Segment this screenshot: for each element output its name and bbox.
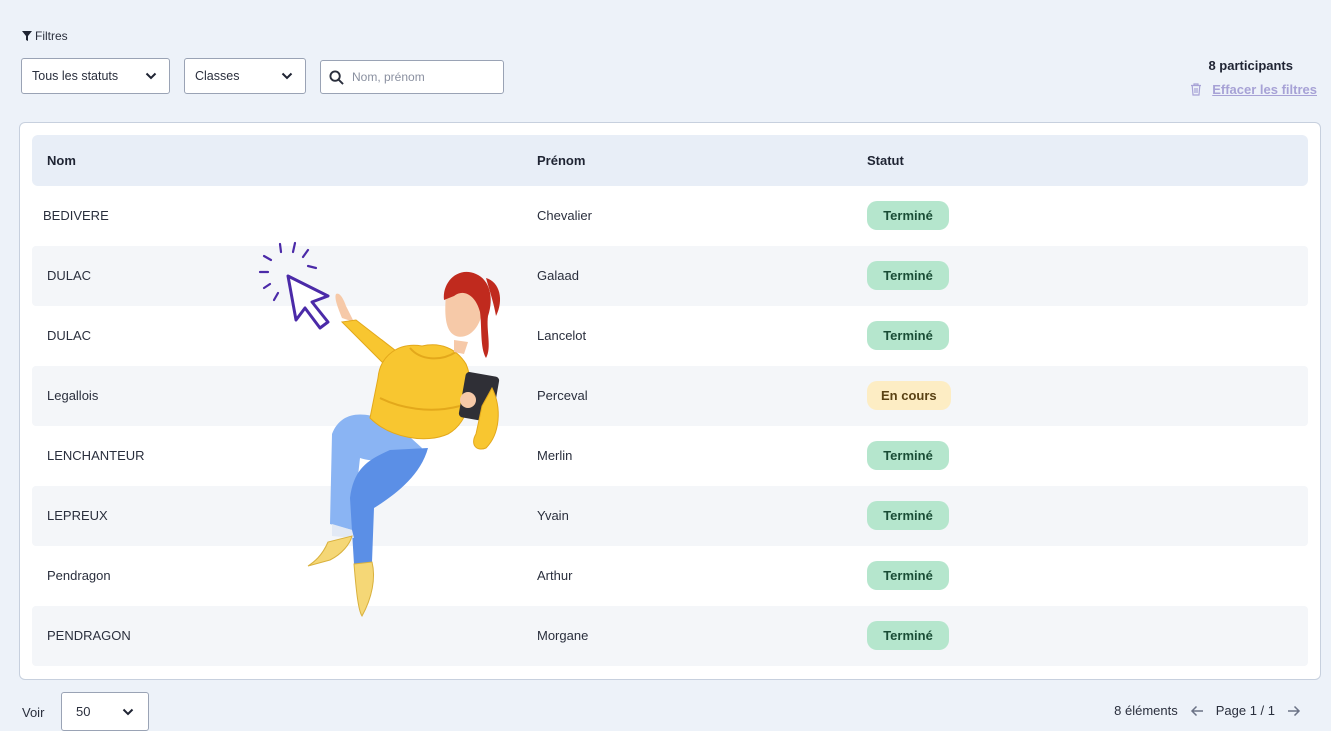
classes-select-value: Classes xyxy=(195,69,240,83)
cell-prenom: Morgane xyxy=(537,628,589,643)
cell-prenom: Arthur xyxy=(537,568,573,583)
cell-nom: DULAC xyxy=(47,328,92,343)
cell-nom: DULAC xyxy=(47,268,92,283)
clear-filters-label: Effacer les filtres xyxy=(1212,82,1317,97)
search-input[interactable] xyxy=(352,70,492,84)
header-statut[interactable]: Statut xyxy=(867,153,904,168)
status-select-value: Tous les statuts xyxy=(32,69,119,83)
filter-icon xyxy=(22,31,32,41)
table-row[interactable]: Legallois Perceval En cours xyxy=(32,366,1308,426)
header-prenom[interactable]: Prénom xyxy=(537,153,585,168)
elements-count: 8 éléments xyxy=(1114,703,1178,718)
table-row[interactable]: BEDIVERE Chevalier Terminé xyxy=(32,186,1308,246)
cell-nom: LEPREUX xyxy=(47,508,108,523)
page-indicator: Page 1 / 1 xyxy=(1215,703,1275,718)
status-select[interactable]: Tous les statuts xyxy=(21,58,170,94)
trash-icon xyxy=(1191,83,1202,96)
pagination: 8 éléments Page 1 / 1 xyxy=(1114,703,1301,718)
filters-title: Filtres xyxy=(35,29,68,43)
status-badge: En cours xyxy=(867,381,951,410)
cell-prenom: Perceval xyxy=(537,388,588,403)
status-badge: Terminé xyxy=(867,441,949,470)
cell-prenom: Galaad xyxy=(537,268,579,283)
filters-heading: Filtres xyxy=(22,29,68,43)
cell-nom: Legallois xyxy=(47,388,99,403)
status-badge: Terminé xyxy=(867,621,949,650)
cell-nom: PENDRAGON xyxy=(47,628,131,643)
header-nom[interactable]: Nom xyxy=(47,153,76,168)
status-badge: Terminé xyxy=(867,501,949,530)
chevron-down-icon xyxy=(281,72,293,80)
search-icon xyxy=(329,69,344,85)
participants-count: 8 participants xyxy=(1208,58,1293,73)
status-badge: Terminé xyxy=(867,321,949,350)
cursor-arrow-icon xyxy=(286,274,330,330)
table-row[interactable]: LENCHANTEUR Merlin Terminé xyxy=(32,426,1308,486)
chevron-down-icon xyxy=(122,708,134,715)
table-row[interactable]: DULAC Galaad Terminé xyxy=(32,246,1308,306)
cell-prenom: Lancelot xyxy=(537,328,587,343)
table-row[interactable]: DULAC Lancelot Terminé xyxy=(32,306,1308,366)
clear-filters-link[interactable]: Effacer les filtres xyxy=(1190,82,1317,97)
per-page-value: 50 xyxy=(76,704,91,719)
arrow-right-icon[interactable] xyxy=(1287,705,1301,717)
search-field[interactable] xyxy=(320,60,504,94)
table-row[interactable]: LEPREUX Yvain Terminé xyxy=(32,486,1308,546)
classes-select[interactable]: Classes xyxy=(184,58,306,94)
chevron-down-icon xyxy=(145,72,157,80)
cell-prenom: Chevalier xyxy=(537,208,592,223)
cell-prenom: Merlin xyxy=(537,448,573,463)
cell-nom: Pendragon xyxy=(47,568,111,583)
table-header: Nom Prénom Statut xyxy=(32,135,1308,186)
table-row[interactable]: PENDRAGON Morgane Terminé xyxy=(32,606,1308,666)
cell-nom: LENCHANTEUR xyxy=(47,448,145,463)
status-badge: Terminé xyxy=(867,201,949,230)
per-page-label: Voir xyxy=(22,705,45,720)
table-row[interactable]: Pendragon Arthur Terminé xyxy=(32,546,1308,606)
woman-pointing-illustration xyxy=(258,241,501,617)
cell-prenom: Yvain xyxy=(537,508,569,523)
cell-nom: BEDIVERE xyxy=(43,208,109,223)
participants-table: Nom Prénom Statut BEDIVERE Chevalier Ter… xyxy=(19,122,1321,680)
status-badge: Terminé xyxy=(867,561,949,590)
status-badge: Terminé xyxy=(867,261,949,290)
per-page-select[interactable]: 50 xyxy=(61,692,149,731)
arrow-left-icon[interactable] xyxy=(1190,705,1204,717)
